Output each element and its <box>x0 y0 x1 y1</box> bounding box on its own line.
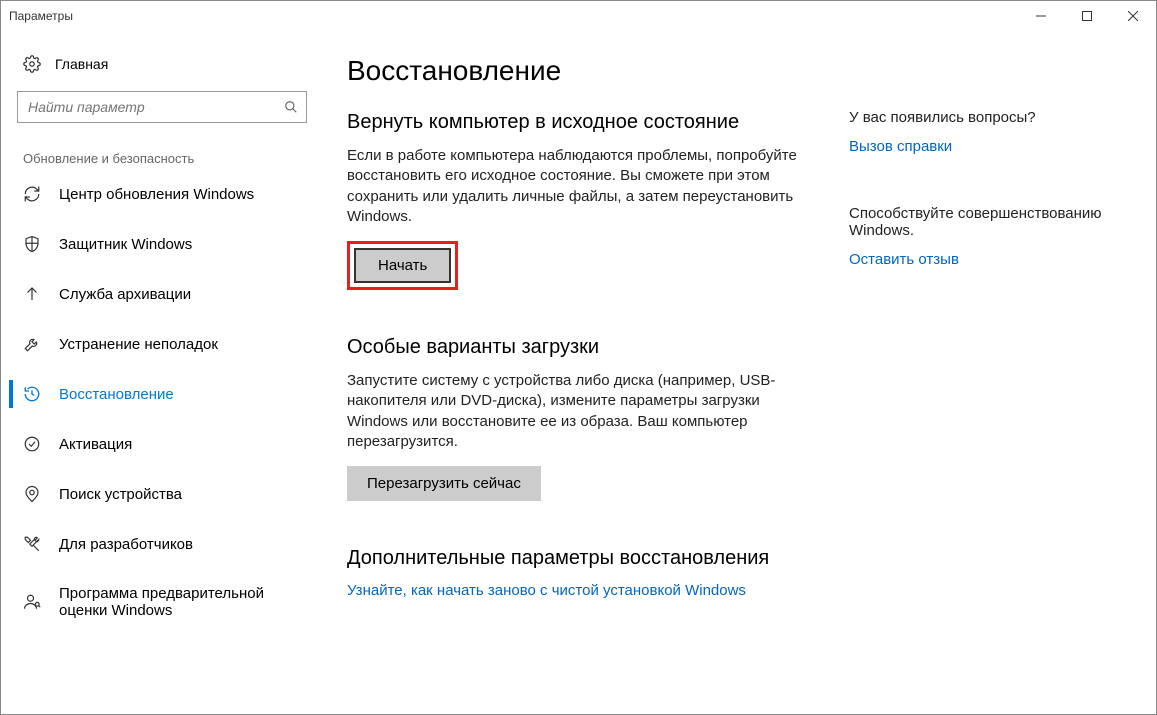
sidebar-item-find-device[interactable]: Поиск устройства <box>17 478 317 510</box>
window-controls <box>1018 1 1156 31</box>
sidebar-item-recovery[interactable]: Восстановление <box>17 378 317 410</box>
fresh-start-link[interactable]: Узнайте, как начать заново с чистой уста… <box>347 582 819 599</box>
titlebar: Параметры <box>1 1 1156 31</box>
reset-text: Если в работе компьютера наблюдаются про… <box>347 146 819 227</box>
sidebar-item-defender[interactable]: Защитник Windows <box>17 228 317 260</box>
main-panel: Восстановление Вернуть компьютер в исход… <box>319 55 839 714</box>
right-pane: У вас появились вопросы? Вызов справки С… <box>839 55 1129 714</box>
reset-heading: Вернуть компьютер в исходное состояние <box>347 111 819 134</box>
advanced-heading: Особые варианты загрузки <box>347 336 819 359</box>
sidebar-item-insider[interactable]: Программа предварительной оценки Windows <box>17 578 317 626</box>
sidebar: Главная Обновление и безопасность Центр … <box>9 55 319 714</box>
reset-highlight: Начать <box>347 241 458 290</box>
feedback-link[interactable]: Оставить отзыв <box>849 251 1119 268</box>
history-icon <box>23 385 41 403</box>
sidebar-item-troubleshoot[interactable]: Устранение неполадок <box>17 328 317 360</box>
wrench-icon <box>23 335 41 353</box>
sidebar-item-label: Центр обновления Windows <box>59 186 254 203</box>
sidebar-item-developers[interactable]: Для разработчиков <box>17 528 317 560</box>
sidebar-item-windows-update[interactable]: Центр обновления Windows <box>17 178 317 210</box>
sidebar-item-label: Восстановление <box>59 386 174 403</box>
sidebar-item-label: Для разработчиков <box>59 536 193 553</box>
feedback-block: Способствуйте совершенствованию Windows.… <box>849 205 1119 268</box>
shield-icon <box>23 235 41 253</box>
tools-icon <box>23 535 41 553</box>
sidebar-item-label: Защитник Windows <box>59 236 192 253</box>
check-circle-icon <box>23 435 41 453</box>
window-title: Параметры <box>9 9 73 23</box>
sidebar-item-label: Программа предварительной оценки Windows <box>59 585 311 619</box>
feedback-heading: Способствуйте совершенствованию Windows. <box>849 205 1119 239</box>
sidebar-item-label: Поиск устройства <box>59 486 182 503</box>
location-icon <box>23 485 41 503</box>
search-box[interactable] <box>17 91 307 123</box>
help-block: У вас появились вопросы? Вызов справки <box>849 109 1119 155</box>
sidebar-item-label: Активация <box>59 436 132 453</box>
search-icon <box>284 100 298 114</box>
upload-icon <box>23 285 41 303</box>
more-heading: Дополнительные параметры восстановления <box>347 547 819 570</box>
reset-start-button[interactable]: Начать <box>354 248 451 283</box>
sync-icon <box>23 185 41 203</box>
advanced-text: Запустите систему с устройства либо диск… <box>347 371 819 452</box>
maximize-button[interactable] <box>1064 1 1110 31</box>
help-heading: У вас появились вопросы? <box>849 109 1119 126</box>
settings-window: Параметры Главна <box>0 0 1157 715</box>
close-button[interactable] <box>1110 1 1156 31</box>
restart-now-button[interactable]: Перезагрузить сейчас <box>347 466 541 501</box>
search-input[interactable] <box>26 98 284 116</box>
person-icon <box>23 593 41 611</box>
help-link[interactable]: Вызов справки <box>849 138 1119 155</box>
sidebar-item-activation[interactable]: Активация <box>17 428 317 460</box>
section-title: Обновление и безопасность <box>17 151 319 166</box>
page-title: Восстановление <box>347 55 819 87</box>
home-link[interactable]: Главная <box>17 55 319 73</box>
home-label: Главная <box>55 56 108 72</box>
sidebar-item-label: Служба архивации <box>59 286 191 303</box>
sidebar-item-label: Устранение неполадок <box>59 336 218 353</box>
content-area: Главная Обновление и безопасность Центр … <box>1 31 1156 714</box>
sidebar-item-backup[interactable]: Служба архивации <box>17 278 317 310</box>
minimize-button[interactable] <box>1018 1 1064 31</box>
gear-icon <box>23 55 41 73</box>
